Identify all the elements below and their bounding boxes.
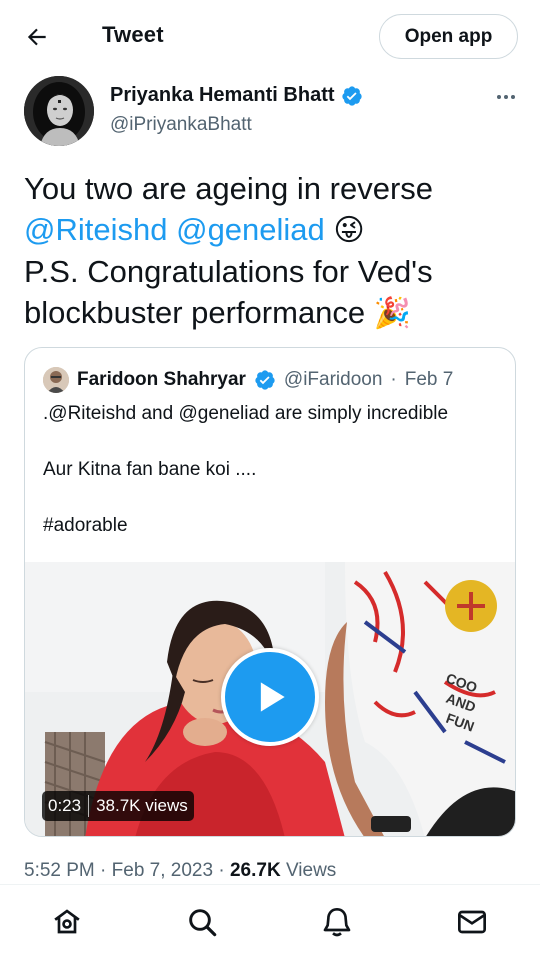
quoted-date: Feb 7 xyxy=(404,369,454,390)
quoted-author-handle: @iFaridoon xyxy=(283,369,383,390)
author-name-text: Priyanka Hemanti Bhatt xyxy=(110,84,335,106)
quoted-tweet[interactable]: Faridoon Shahryar @iFaridoon · Feb 7 .@R… xyxy=(24,347,516,837)
quoted-text-line: Aur Kitna fan bane koi .... xyxy=(43,459,257,480)
top-bar: Tweet Open app xyxy=(0,0,540,74)
more-dots-icon[interactable] xyxy=(492,88,520,106)
video-duration: 0:23 xyxy=(48,796,82,815)
tweet-author: Priyanka Hemanti Bhatt @iPriyankaBhatt xyxy=(24,76,524,148)
envelope-icon[interactable] xyxy=(455,905,489,939)
tweet-mentions-line: @Riteishd @geneliad 😜 xyxy=(24,209,520,251)
tweet-time: 5:52 PM xyxy=(24,860,95,881)
tweet-text-line: P.S. Congratulations for Ved's xyxy=(24,254,433,289)
tweet-meta: 5:52 PM · Feb 7, 2023 · 26.7K Views xyxy=(24,860,336,882)
quoted-author-name: Faridoon Shahryar xyxy=(77,369,246,390)
tweet-text-line: blockbuster performance 🎉 xyxy=(24,292,520,334)
open-app-button[interactable]: Open app xyxy=(379,14,518,59)
home-icon[interactable] xyxy=(50,905,84,939)
video-info-badge: 0:23 38.7K views xyxy=(42,791,194,821)
quoted-avatar xyxy=(43,367,69,393)
author-name[interactable]: Priyanka Hemanti Bhatt xyxy=(110,84,363,107)
video-views: 38.7K views xyxy=(96,796,188,815)
dot-separator: · xyxy=(218,860,230,881)
tweet-date: Feb 7, 2023 xyxy=(111,860,214,881)
tweet-body: You two are ageing in reverse @Riteishd … xyxy=(24,168,520,334)
badge-divider xyxy=(88,795,90,817)
verified-badge-icon xyxy=(255,370,275,390)
quoted-tweet-header: Faridoon Shahryar @iFaridoon · Feb 7 xyxy=(43,366,453,394)
page-title: Tweet xyxy=(102,22,164,47)
mention-riteishd[interactable]: @Riteishd xyxy=(24,212,167,247)
video-thumbnail[interactable]: COO AND FUN 0:23 38.7K views xyxy=(25,562,515,836)
avatar[interactable] xyxy=(24,76,94,146)
party-popper-emoji: 🎉 xyxy=(373,296,412,331)
play-icon[interactable] xyxy=(221,648,319,746)
author-handle[interactable]: @iPriyankaBhatt xyxy=(110,114,252,136)
mention-geneliad[interactable]: @geneliad xyxy=(176,212,325,247)
winking-tongue-emoji: 😜 xyxy=(333,213,365,248)
quoted-text-line: .@Riteishd and @geneliad are simply incr… xyxy=(43,403,449,424)
search-icon[interactable] xyxy=(185,905,219,939)
tweet-text-fragment: blockbuster performance xyxy=(24,295,366,330)
dot-separator: · xyxy=(100,860,112,881)
views-label: Views xyxy=(285,860,337,881)
dot-separator: · xyxy=(390,369,397,390)
bell-icon[interactable] xyxy=(320,905,354,939)
verified-badge-icon xyxy=(341,85,362,106)
quoted-tweet-body: .@Riteishd and @geneliad are simply incr… xyxy=(43,400,503,568)
views-count[interactable]: 26.7K xyxy=(230,860,281,881)
bottom-navigation xyxy=(0,884,540,960)
quoted-hashtag: #adorable xyxy=(43,515,128,536)
back-arrow-icon[interactable] xyxy=(22,22,52,52)
tweet-text-line: You two are ageing in reverse xyxy=(24,171,434,206)
